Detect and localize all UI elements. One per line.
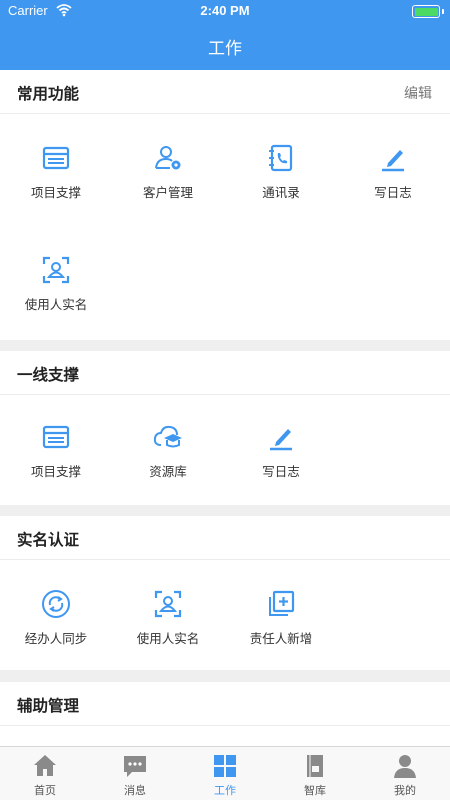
page-title: 工作 xyxy=(208,39,242,59)
item-label: 责任人新增 xyxy=(249,631,313,646)
tab-label: 工作 xyxy=(214,784,236,797)
item-project-support[interactable]: 项目支撑 xyxy=(0,142,112,202)
item-label: 项目支撑 xyxy=(30,464,81,479)
tab-label: 我的 xyxy=(394,784,416,797)
item-label: 客户管理 xyxy=(142,185,193,200)
home-icon xyxy=(34,755,56,776)
item-user-realname[interactable]: 使用人实名 xyxy=(0,254,112,314)
profile-icon xyxy=(394,755,416,778)
tab-bar: 首页 消息 工作 智库 我的 xyxy=(0,746,450,800)
battery-tip xyxy=(441,9,444,14)
section-frontline-support: 一线支撑 项目支撑 资源库 写日志 xyxy=(0,351,450,505)
tab-profile[interactable]: 我的 xyxy=(360,747,450,800)
section-aux-management: 辅助管理 xyxy=(0,682,450,746)
resource-library-icon xyxy=(153,425,182,448)
item-resource-library[interactable]: 资源库 xyxy=(112,421,224,481)
item-add-responsible[interactable]: 责任人新增 xyxy=(225,588,337,648)
section-header: 实名认证 xyxy=(0,516,450,560)
tab-home[interactable]: 首页 xyxy=(0,747,90,800)
work-grid-icon xyxy=(214,755,236,777)
tab-label: 消息 xyxy=(124,784,146,797)
user-realname-icon xyxy=(154,590,182,618)
item-user-realname[interactable]: 使用人实名 xyxy=(112,588,224,648)
section-title: 辅助管理 xyxy=(17,697,80,715)
tab-library[interactable]: 智库 xyxy=(270,747,360,800)
section-title: 一线支撑 xyxy=(17,366,80,384)
tab-label: 首页 xyxy=(34,784,56,797)
top-header: Carrier 2:40 PM 工作 xyxy=(0,0,450,70)
write-log-icon xyxy=(270,429,292,451)
item-label: 使用人实名 xyxy=(136,631,200,646)
item-write-log[interactable]: 写日志 xyxy=(225,421,337,481)
item-customer-manage[interactable]: 客户管理 xyxy=(112,142,224,202)
project-support-icon xyxy=(42,425,70,449)
section-header: 常用功能 编辑 xyxy=(0,70,450,114)
project-support-icon xyxy=(42,146,70,170)
status-bar: Carrier 2:40 PM xyxy=(0,0,450,22)
item-write-log[interactable]: 写日志 xyxy=(337,142,449,202)
section-realname-auth: 实名认证 经办人同步 使用人实名 责任人新增 xyxy=(0,516,450,670)
item-label: 通讯录 xyxy=(262,185,300,200)
item-label: 项目支撑 xyxy=(30,185,81,200)
section-header: 辅助管理 xyxy=(0,682,450,726)
battery-icon xyxy=(412,5,440,18)
section-header: 一线支撑 xyxy=(0,351,450,395)
item-contacts[interactable]: 通讯录 xyxy=(225,142,337,202)
edit-button[interactable]: 编辑 xyxy=(404,83,432,103)
sync-icon xyxy=(42,590,70,618)
section-title: 常用功能 xyxy=(17,85,80,103)
item-project-support[interactable]: 项目支撑 xyxy=(0,421,112,481)
section-title: 实名认证 xyxy=(17,531,80,549)
tab-work[interactable]: 工作 xyxy=(180,747,270,800)
section-common-functions: 常用功能 编辑 项目支撑 客户管理 通讯录 写日志 使用人实名 xyxy=(0,70,450,340)
item-label: 资源库 xyxy=(149,464,187,479)
add-responsible-icon xyxy=(269,590,295,616)
tab-label: 智库 xyxy=(304,784,326,797)
item-agent-sync[interactable]: 经办人同步 xyxy=(0,588,112,648)
item-label: 写日志 xyxy=(374,185,412,200)
clock: 2:40 PM xyxy=(200,3,250,18)
item-label: 经办人同步 xyxy=(24,631,88,646)
customer-manage-icon xyxy=(155,146,181,170)
contacts-icon xyxy=(269,144,293,172)
item-label: 写日志 xyxy=(262,464,300,479)
library-icon xyxy=(307,755,323,777)
message-icon xyxy=(124,756,146,777)
item-label: 使用人实名 xyxy=(24,297,88,312)
user-realname-icon xyxy=(42,256,70,284)
tab-messages[interactable]: 消息 xyxy=(90,747,180,800)
write-log-icon xyxy=(382,150,404,172)
